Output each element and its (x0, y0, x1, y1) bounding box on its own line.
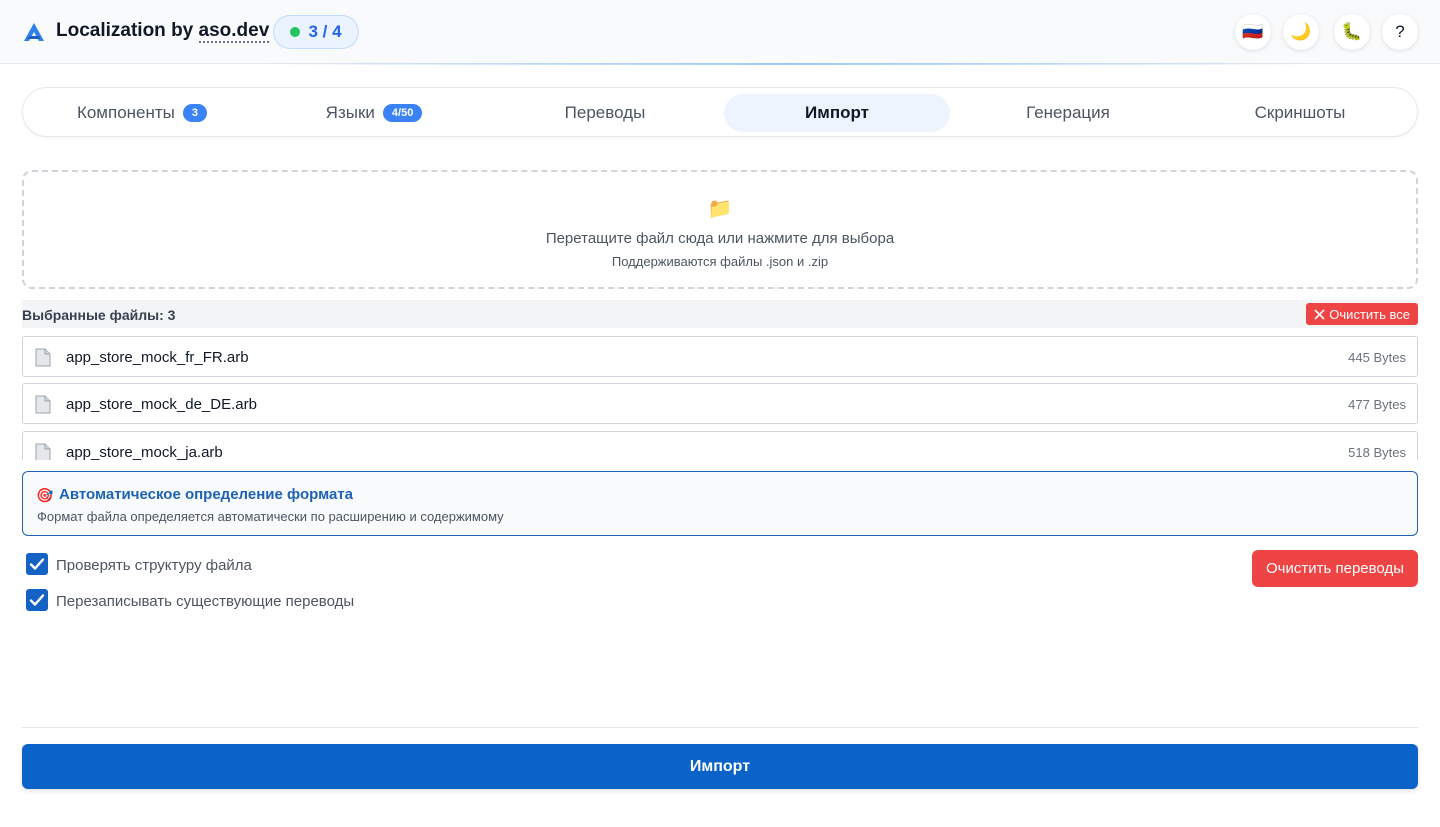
clear-all-button[interactable]: Очистить все (1306, 303, 1418, 325)
clear-all-label: Очистить все (1329, 306, 1410, 322)
logo-icon (24, 23, 44, 41)
divider (22, 727, 1418, 728)
status-dot (290, 27, 301, 37)
tab-label: Импорт (805, 103, 869, 122)
validate-structure-checkbox[interactable] (26, 553, 48, 575)
autodetect-title: Автоматическое определение формата (59, 486, 353, 503)
file-size: 445 Bytes (1348, 350, 1406, 365)
tab-label: Генерация (1026, 103, 1110, 122)
main-tabs: Компоненты 3 Языки 4/50 Переводы Импорт … (22, 87, 1418, 137)
file-name: app_store_mock_fr_FR.arb (66, 349, 249, 366)
file-icon (35, 443, 51, 460)
file-row: app_store_mock_fr_FR.arb 445 Bytes (22, 336, 1418, 377)
tab-label: Скриншоты (1254, 103, 1346, 122)
selected-files-header: Выбранные файлы: 3 Очистить все (22, 300, 1418, 328)
selected-files-label: Выбранные файлы: 3 (22, 307, 176, 323)
help-button[interactable]: ? (1382, 14, 1418, 50)
tab-label: Языки (325, 103, 375, 122)
tab-count-badge: 3 (182, 104, 208, 122)
file-name: app_store_mock_ja.arb (66, 444, 223, 460)
bug-report-button[interactable]: 🐛 (1334, 14, 1370, 50)
tab-translations[interactable]: Переводы (492, 94, 718, 132)
close-icon (1314, 308, 1325, 320)
progress-text: 3 / 4 (308, 22, 342, 41)
checkmark-icon (29, 594, 45, 606)
header-glow (260, 63, 1320, 65)
tab-languages[interactable]: Языки 4/50 (261, 94, 487, 132)
tab-label: Компоненты (76, 103, 175, 122)
folder-icon: 📁 (707, 198, 733, 220)
clear-translations-button[interactable]: Очистить переводы (1252, 550, 1418, 587)
target-icon: 🎯 (36, 487, 54, 503)
dropzone-main-text: Перетащите файл сюда или нажмите для выб… (545, 230, 895, 247)
dropzone-sub-text: Поддерживаются файлы .json и .zip (611, 254, 829, 269)
file-list[interactable]: app_store_mock_fr_FR.arb 445 Bytes app_s… (22, 336, 1418, 460)
checkmark-icon (29, 558, 45, 570)
file-size: 477 Bytes (1348, 397, 1406, 412)
autodetect-description: Формат файла определяется автоматически … (37, 509, 504, 524)
file-size: 518 Bytes (1348, 445, 1406, 460)
overwrite-existing-label[interactable]: Перезаписывать существующие переводы (56, 593, 354, 610)
tab-screenshots[interactable]: Скриншоты (1187, 94, 1413, 132)
theme-toggle-button[interactable]: 🌙 (1283, 14, 1319, 50)
tab-generation[interactable]: Генерация (955, 94, 1181, 132)
progress-badge[interactable]: 3 / 4 (273, 15, 359, 49)
app-title: Localization by aso.dev (56, 20, 270, 43)
file-dropzone[interactable]: 📁 Перетащите файл сюда или нажмите для в… (22, 170, 1418, 289)
import-button[interactable]: Импорт (22, 744, 1418, 789)
question-icon: ? (1395, 22, 1405, 41)
brand-link[interactable]: aso.dev (198, 20, 270, 43)
file-icon (35, 395, 51, 414)
moon-icon: 🌙 (1290, 22, 1312, 41)
app-title-prefix: Localization by (56, 20, 199, 41)
tab-label: Переводы (564, 103, 646, 122)
tab-count-badge: 4/50 (382, 104, 423, 122)
language-flag-button[interactable]: 🇷🇺 (1235, 14, 1271, 50)
file-name: app_store_mock_de_DE.arb (66, 396, 257, 413)
app-header: Localization by aso.dev 3 / 4 🇷🇺 🌙 🐛 ? (0, 0, 1440, 65)
format-autodetect-panel: 🎯 Автоматическое определение формата Фор… (22, 471, 1418, 536)
russia-flag-icon: 🇷🇺 (1242, 22, 1264, 41)
file-row: app_store_mock_de_DE.arb 477 Bytes (22, 383, 1418, 424)
file-row: app_store_mock_ja.arb 518 Bytes (22, 431, 1418, 460)
overwrite-existing-checkbox[interactable] (26, 589, 48, 611)
validate-structure-label[interactable]: Проверять структуру файла (56, 557, 252, 574)
tab-components[interactable]: Компоненты 3 (29, 94, 255, 132)
bug-icon: 🐛 (1341, 22, 1363, 41)
file-icon (35, 348, 51, 367)
tab-import[interactable]: Импорт (724, 94, 950, 132)
